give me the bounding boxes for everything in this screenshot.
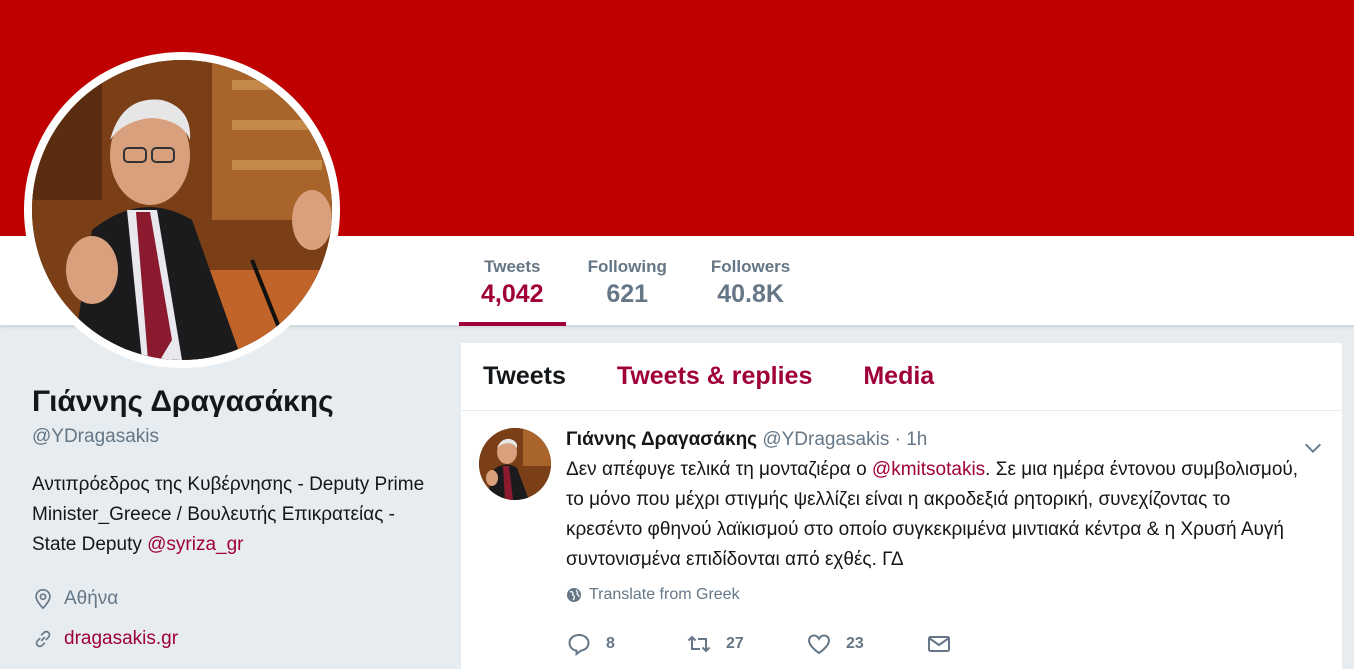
profile-stats: Tweets 4,042 Following 621 Followers 40.…: [459, 236, 812, 326]
stat-following[interactable]: Following 621: [566, 236, 689, 326]
tweet-text: Δεν απέφυγε τελικά τη μονταζιέρα ο @kmit…: [566, 455, 1306, 575]
chevron-down-icon[interactable]: [1302, 437, 1324, 459]
profile-handle[interactable]: @YDragasakis: [32, 426, 432, 448]
tweet-timestamp[interactable]: 1h: [906, 429, 927, 450]
tweet[interactable]: Γιάννης Δραγασάκης @YDragasakis · 1h Δεν…: [461, 411, 1342, 669]
profile-bio: Αντιπρόεδρος της Κυβέρνησης - Deputy Pri…: [32, 470, 432, 560]
profile-name[interactable]: Γιάννης Δραγασάκης: [32, 382, 432, 422]
tweet-avatar[interactable]: [479, 428, 551, 500]
tweet-separator: ·: [894, 429, 901, 450]
profile-url: dragasakis.gr: [32, 624, 178, 654]
reply-icon: [568, 633, 590, 657]
envelope-icon: [928, 636, 950, 652]
profile-location: Αθήνα: [32, 584, 118, 614]
stat-tweets[interactable]: Tweets 4,042: [459, 236, 566, 326]
tab-tweets-replies[interactable]: Tweets & replies: [617, 362, 812, 391]
tweet-text-part: Δεν απέφυγε τελικά τη μονταζιέρα ο: [566, 459, 872, 480]
timeline: Tweets Tweets & replies Media Γιάννης Δρ…: [461, 343, 1342, 669]
profile-card: Γιάννης Δραγασάκης @YDragasakis Αντιπρόε…: [32, 382, 432, 649]
profile-avatar-image: [32, 60, 332, 360]
reply-count: 8: [606, 635, 615, 652]
stat-label: Tweets: [484, 257, 541, 276]
like-button[interactable]: 23: [806, 631, 926, 657]
tweet-actions: 8 27 23: [566, 631, 1046, 657]
tweet-author-name[interactable]: Γιάννης Δραγασάκης: [566, 429, 757, 450]
retweet-button[interactable]: 27: [686, 631, 806, 657]
stat-value: 4,042: [481, 280, 544, 308]
tweet-author-handle[interactable]: @YDragasakis: [762, 429, 889, 450]
reply-button[interactable]: 8: [566, 631, 686, 657]
bio-mention-link[interactable]: @syriza_gr: [147, 534, 243, 555]
stat-followers[interactable]: Followers 40.8K: [689, 236, 812, 326]
timeline-tabs: Tweets Tweets & replies Media: [461, 343, 1342, 411]
retweet-count: 27: [726, 635, 744, 652]
direct-message-button[interactable]: [926, 631, 1046, 657]
heart-icon: [807, 634, 831, 655]
profile-joined: [32, 662, 64, 669]
stat-label: Following: [587, 257, 667, 276]
stat-value: 40.8K: [717, 280, 784, 308]
profile-url-link[interactable]: dragasakis.gr: [64, 628, 178, 650]
translate-tweet[interactable]: Translate from Greek: [566, 586, 1306, 604]
tweet-body: Γιάννης Δραγασάκης @YDragasakis · 1h Δεν…: [566, 427, 1306, 604]
profile-avatar[interactable]: [24, 52, 340, 368]
location-pin-icon: [35, 589, 51, 610]
tweet-header: Γιάννης Δραγασάκης @YDragasakis · 1h: [566, 427, 1306, 453]
location-text: Αθήνα: [64, 588, 119, 609]
tab-media[interactable]: Media: [863, 362, 934, 391]
translate-label: Translate from Greek: [589, 586, 740, 603]
retweet-icon: [687, 635, 711, 653]
tweet-mention-link[interactable]: @kmitsotakis: [872, 459, 985, 480]
stat-value: 621: [606, 280, 649, 308]
tab-tweets[interactable]: Tweets: [483, 362, 566, 391]
globe-icon: [567, 588, 581, 602]
link-icon: [35, 630, 51, 648]
stat-label: Followers: [710, 257, 791, 276]
like-count: 23: [846, 635, 864, 652]
